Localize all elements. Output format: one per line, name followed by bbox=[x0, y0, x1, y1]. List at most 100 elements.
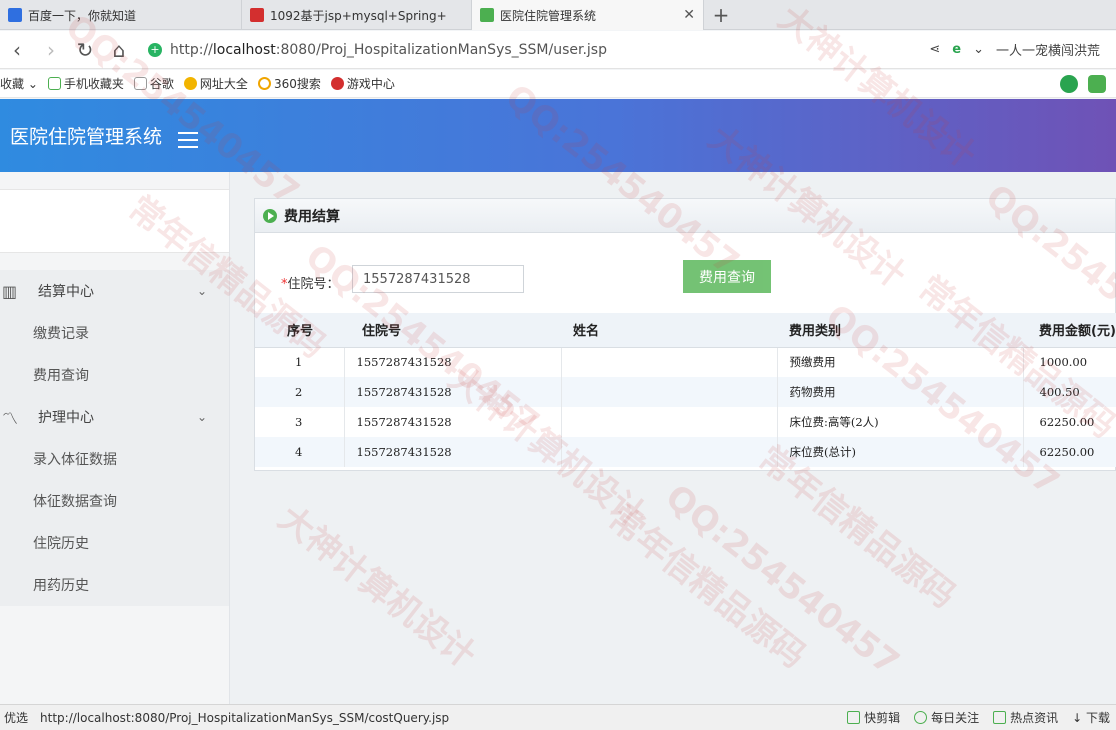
reload-icon[interactable]: ↻ bbox=[68, 38, 102, 62]
cost-settlement-panel: 费用结算 *住院号： 1557287431528 费用查询 序号 住院号 姓名 … bbox=[254, 198, 1116, 471]
status-daily[interactable]: 每日关注 bbox=[914, 709, 979, 726]
translate-icon[interactable] bbox=[1088, 74, 1106, 93]
user-info-box bbox=[0, 189, 229, 253]
bookmark-site-nav[interactable]: 网址大全 bbox=[183, 75, 248, 92]
page-icon bbox=[133, 77, 147, 90]
col-header-index[interactable]: 序号 bbox=[255, 313, 344, 348]
phone-icon bbox=[47, 77, 61, 90]
col-header-name[interactable]: 姓名 bbox=[561, 313, 777, 348]
hospital-favicon-icon bbox=[480, 8, 494, 22]
bookmark-google[interactable]: 谷歌 bbox=[133, 75, 174, 92]
menu-toggle-icon[interactable] bbox=[178, 131, 199, 148]
status-label: 快剪辑 bbox=[864, 711, 901, 725]
sidebar-item-stay-history[interactable]: 住院历史 bbox=[0, 522, 229, 564]
sidebar-group-label: 护理中心 bbox=[38, 410, 94, 426]
col-header-cost-type[interactable]: 费用类别 bbox=[777, 313, 1023, 348]
browser-tab-baidu[interactable]: 百度一下，你就知道 bbox=[0, 0, 242, 30]
browser-tab-active[interactable]: 医院住院管理系统 ✕ bbox=[472, 0, 704, 30]
table-row[interactable]: 2 1557287431528 药物费用 400.50 bbox=[255, 377, 1116, 407]
tab-label: 医院住院管理系统 bbox=[500, 8, 597, 23]
bookmark-label: 谷歌 bbox=[149, 77, 174, 91]
status-left: 优选 bbox=[4, 711, 29, 725]
bookmark-favorites[interactable]: 收藏 ⌄ bbox=[0, 75, 38, 92]
sidebar-item-cost-query[interactable]: 费用查询 bbox=[0, 354, 229, 396]
cell-index: 4 bbox=[255, 437, 345, 467]
chevron-down-icon: ⌄ bbox=[196, 410, 207, 424]
sidebar-item-payment-records[interactable]: 缴费记录 bbox=[0, 312, 229, 354]
cell-admission-no: 1557287431528 bbox=[344, 377, 562, 407]
url-field[interactable]: + http://localhost:8080/Proj_Hospitaliza… bbox=[148, 42, 768, 58]
chevron-down-icon[interactable]: ⌄ bbox=[973, 42, 984, 57]
status-download[interactable]: ↓ 下载 bbox=[1072, 709, 1110, 726]
bookmark-360[interactable]: 360搜索 bbox=[257, 75, 321, 92]
cell-index: 3 bbox=[255, 407, 345, 437]
bookmark-label: 收藏 bbox=[0, 77, 25, 91]
cell-amount: 62250.00 bbox=[1023, 407, 1116, 437]
bookmark-games[interactable]: 游戏中心 bbox=[330, 75, 395, 92]
col-header-admission-no[interactable]: 住院号 bbox=[344, 313, 561, 348]
bookmark-mobile[interactable]: 手机收藏夹 bbox=[47, 75, 124, 92]
status-quick-clip[interactable]: 快剪辑 bbox=[847, 709, 900, 726]
admission-no-input[interactable]: 1557287431528 bbox=[352, 265, 524, 293]
sidebar-item-vitals-query[interactable]: 体征数据查询 bbox=[0, 480, 229, 522]
url-host: localhost bbox=[212, 41, 276, 58]
url-prefix: http:// bbox=[170, 41, 213, 58]
flag-favicon-icon bbox=[250, 8, 264, 22]
table-row[interactable]: 3 1557287431528 床位费:高等(2人) 62250.00 bbox=[255, 407, 1116, 437]
bookmark-label: 网址大全 bbox=[199, 77, 248, 91]
bookmark-label: 360搜索 bbox=[273, 77, 321, 91]
close-tab-icon[interactable]: ✕ bbox=[683, 7, 695, 23]
cell-admission-no: 1557287431528 bbox=[344, 437, 562, 467]
secure-shield-icon: + bbox=[148, 42, 162, 57]
sidebar-group-label: 结算中心 bbox=[38, 284, 94, 300]
sidebar-item-medication-history[interactable]: 用药历史 bbox=[0, 564, 229, 606]
cell-index: 1 bbox=[255, 347, 345, 377]
status-news[interactable]: 热点资讯 bbox=[993, 709, 1058, 726]
forward-icon[interactable]: › bbox=[34, 38, 68, 62]
home-icon[interactable]: ⌂ bbox=[102, 38, 136, 62]
app-title: 医院住院管理系统 bbox=[10, 126, 163, 148]
address-bar: ‹ › ↻ ⌂ + http://localhost:8080/Proj_Hos… bbox=[0, 31, 1116, 69]
bookmark-label: 游戏中心 bbox=[346, 77, 395, 91]
search-suggestion[interactable]: 一人一宠横闯洪荒 bbox=[996, 40, 1100, 59]
status-label: 下载 bbox=[1085, 711, 1110, 725]
sidebar: ▥ 结算中心 ⌄ 缴费记录 费用查询 〽 护理中心 ⌄ 录入体征数据 体征数据查… bbox=[0, 172, 230, 704]
table-row[interactable]: 4 1557287431528 床位费(总计) 62250.00 bbox=[255, 437, 1116, 467]
bookmark-label: 手机收藏夹 bbox=[63, 77, 124, 91]
table-row[interactable]: 1 1557287431528 预缴费用 1000.00 bbox=[255, 347, 1116, 377]
browser-tab-strip: 百度一下，你就知道 1092基于jsp+mysql+Spring+ 医院住院管理… bbox=[0, 0, 1116, 30]
back-icon[interactable]: ‹ bbox=[0, 38, 34, 62]
search-360-icon bbox=[257, 77, 271, 90]
cell-amount: 1000.00 bbox=[1023, 347, 1116, 377]
cell-cost-type: 床位费:高等(2人) bbox=[777, 407, 1024, 437]
col-header-amount[interactable]: 费用金额(元) bbox=[1023, 313, 1116, 348]
bookmark-bar: 收藏 ⌄ 手机收藏夹 谷歌 网址大全 360搜索 游戏中心 bbox=[0, 70, 1116, 98]
baidu-favicon-icon bbox=[8, 8, 22, 22]
cell-name bbox=[561, 347, 778, 377]
site-nav-icon bbox=[183, 77, 197, 90]
news-icon bbox=[993, 711, 1007, 724]
chart-line-icon: 〽 bbox=[2, 409, 19, 428]
sidebar-group-nursing[interactable]: 〽 护理中心 ⌄ bbox=[0, 396, 229, 438]
cell-cost-type: 预缴费用 bbox=[777, 347, 1024, 377]
extension-icon[interactable] bbox=[1060, 74, 1078, 93]
sidebar-item-enter-vitals[interactable]: 录入体征数据 bbox=[0, 438, 229, 480]
cell-admission-no: 1557287431528 bbox=[344, 407, 562, 437]
status-label: 热点资讯 bbox=[1010, 711, 1059, 725]
cell-index: 2 bbox=[255, 377, 345, 407]
clip-icon bbox=[847, 711, 861, 724]
cost-query-button[interactable]: 费用查询 bbox=[683, 260, 771, 293]
cell-amount: 400.50 bbox=[1023, 377, 1116, 407]
cost-table: 序号 住院号 姓名 费用类别 费用金额(元) 1 1557287431528 预… bbox=[255, 313, 1116, 467]
share-icon[interactable]: ⋖ bbox=[929, 42, 940, 57]
cell-cost-type: 床位费(总计) bbox=[777, 437, 1024, 467]
new-tab-icon[interactable]: + bbox=[704, 0, 738, 29]
panel-title: 费用结算 bbox=[284, 208, 340, 225]
sidebar-group-settlement[interactable]: ▥ 结算中心 ⌄ bbox=[0, 270, 229, 312]
ie-compat-icon[interactable]: e bbox=[952, 42, 961, 57]
query-form: *住院号： 1557287431528 费用查询 bbox=[255, 235, 1115, 313]
panel-header: 费用结算 bbox=[255, 199, 1115, 233]
cell-name bbox=[561, 437, 778, 467]
cell-cost-type: 药物费用 bbox=[777, 377, 1024, 407]
browser-tab-project[interactable]: 1092基于jsp+mysql+Spring+ bbox=[242, 0, 472, 30]
